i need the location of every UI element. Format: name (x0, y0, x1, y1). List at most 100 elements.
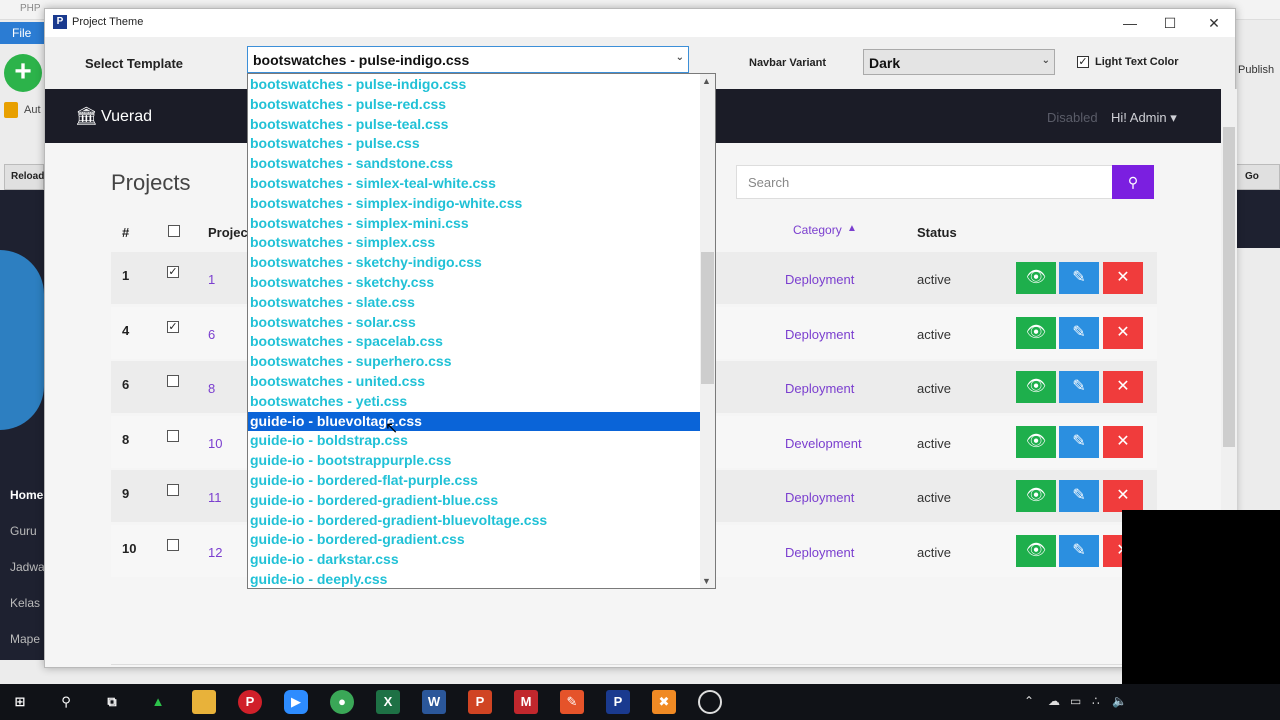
word-icon[interactable]: W (422, 690, 446, 714)
delete-button[interactable]: ✕ (1103, 262, 1143, 294)
dropdown-option[interactable]: guide-io - bluevoltage.css (248, 411, 700, 432)
dropdown-option[interactable]: bootswatches - simplex-indigo-white.css (248, 194, 700, 214)
powerpoint-icon[interactable]: P (468, 690, 492, 714)
dropdown-option[interactable]: bootswatches - pulse-indigo.css (248, 75, 700, 95)
dropdown-scrollbar[interactable]: ▲ ▼ (700, 74, 715, 588)
row-checkbox[interactable]: ✓ (167, 321, 179, 333)
view-button[interactable]: 👁 (1016, 317, 1056, 349)
dropdown-option[interactable]: bootswatches - sandstone.css (248, 154, 700, 174)
delete-button[interactable]: ✕ (1103, 317, 1143, 349)
pinterest-icon[interactable]: P (238, 690, 262, 714)
row-category[interactable]: Deployment (785, 272, 854, 287)
bg-menu-file[interactable]: File (0, 22, 44, 44)
view-button[interactable]: 👁 (1016, 371, 1056, 403)
dropdown-option[interactable]: guide-io - boldstrap.css (248, 431, 700, 451)
cloud-icon[interactable]: ☁ (1048, 694, 1060, 708)
dropdown-option[interactable]: guide-io - bordered-gradient.css (248, 530, 700, 550)
select-all-checkbox[interactable] (168, 225, 180, 237)
search-input[interactable]: Search (736, 165, 1113, 199)
bg-sidebar-item[interactable]: Guru (10, 524, 37, 538)
dropdown-scrollbar-thumb[interactable] (701, 252, 714, 384)
bg-sidebar-item[interactable]: Jadwa (10, 560, 45, 574)
chevron-down-icon[interactable]: ▼ (702, 576, 711, 586)
dropdown-option[interactable]: bootswatches - pulse-red.css (248, 95, 700, 115)
chevron-down-icon[interactable]: ⌄ (1042, 55, 1050, 66)
row-category[interactable]: Deployment (785, 490, 854, 505)
sort-up-icon[interactable]: ▲ (847, 223, 857, 234)
dropdown-option[interactable]: guide-io - bordered-gradient-blue.css (248, 491, 700, 511)
row-checkbox[interactable]: ✓ (167, 266, 179, 278)
chrome-icon[interactable]: ● (330, 690, 354, 714)
edit-button[interactable]: ✎ (1059, 480, 1099, 512)
template-dropdown-list[interactable]: bootswatches - pulse-indigo.css bootswatc… (247, 73, 716, 589)
record-app-icon[interactable] (698, 690, 722, 714)
template-select[interactable]: bootswatches - pulse-indigo.css ⌄ (247, 46, 689, 73)
row-project-id[interactable]: 10 (208, 436, 222, 451)
row-project-id[interactable]: 1 (208, 272, 215, 287)
edit-button[interactable]: ✎ (1059, 371, 1099, 403)
maximize-button[interactable]: ☐ (1155, 13, 1185, 33)
battery-icon[interactable]: ▭ (1070, 694, 1081, 708)
dropdown-option[interactable]: bootswatches - sketchy.css (248, 273, 700, 293)
row-category[interactable]: Deployment (785, 545, 854, 560)
chevron-down-icon[interactable]: ⌄ (676, 52, 684, 63)
row-checkbox[interactable] (167, 539, 179, 551)
dropdown-option[interactable]: guide-io - darkstar.css (248, 550, 700, 570)
row-checkbox[interactable] (167, 375, 179, 387)
dropdown-option[interactable]: guide-io - deeply.css (248, 570, 700, 588)
view-button[interactable]: 👁 (1016, 535, 1056, 567)
task-view-icon[interactable]: ⧉ (100, 690, 124, 714)
search-icon[interactable]: ⚲ (54, 690, 78, 714)
row-checkbox[interactable] (167, 484, 179, 496)
row-category[interactable]: Deployment (785, 327, 854, 342)
dropdown-option[interactable]: bootswatches - spacelab.css (248, 332, 700, 352)
delete-button[interactable]: ✕ (1103, 371, 1143, 403)
file-explorer-icon[interactable] (192, 690, 216, 714)
dropdown-option[interactable]: bootswatches - superhero.css (248, 352, 700, 372)
dropdown-option[interactable]: guide-io - bordered-gradient-bluevoltage… (248, 511, 700, 531)
view-button[interactable]: 👁 (1016, 262, 1056, 294)
close-button[interactable]: ✕ (1199, 13, 1229, 33)
dropdown-option[interactable]: guide-io - bordered-flat-purple.css (248, 471, 700, 491)
bg-sidebar-item[interactable]: Home (10, 488, 43, 502)
dropdown-option[interactable]: bootswatches - simplex-mini.css (248, 214, 700, 234)
excel-icon[interactable]: X (376, 690, 400, 714)
edit-button[interactable]: ✎ (1059, 317, 1099, 349)
dropdown-option[interactable]: bootswatches - yeti.css (248, 392, 700, 412)
row-category[interactable]: Development (785, 436, 862, 451)
minimize-button[interactable]: — (1115, 13, 1145, 33)
bg-reload-button[interactable]: Reload (4, 164, 44, 190)
header-project[interactable]: Projec (208, 225, 248, 240)
windows-start-icon[interactable]: ⊞ (8, 690, 32, 714)
zoom-icon[interactable]: ▶ (284, 690, 308, 714)
xampp-icon[interactable]: ✖ (652, 690, 676, 714)
volume-icon[interactable]: 🔈 (1112, 694, 1127, 708)
dropdown-option[interactable]: bootswatches - sketchy-indigo.css (248, 253, 700, 273)
chevron-up-icon[interactable]: ▲ (702, 76, 711, 86)
dropdown-option[interactable]: bootswatches - solar.css (248, 313, 700, 333)
edit-button[interactable]: ✎ (1059, 262, 1099, 294)
app-orange-icon[interactable]: ✎ (560, 690, 584, 714)
dropdown-option[interactable]: bootswatches - pulse.css (248, 134, 700, 154)
dropdown-option[interactable]: bootswatches - united.css (248, 372, 700, 392)
brand-name[interactable]: Vuerad (101, 108, 152, 126)
app-green-icon[interactable]: ▲ (146, 690, 170, 714)
row-project-id[interactable]: 6 (208, 327, 215, 342)
navbar-variant-select[interactable]: Dark ⌄ (863, 49, 1055, 75)
bg-sidebar-item[interactable]: Mape (10, 632, 40, 646)
edit-button[interactable]: ✎ (1059, 535, 1099, 567)
app-red-icon[interactable]: M (514, 690, 538, 714)
delete-button[interactable]: ✕ (1103, 480, 1143, 512)
nav-user-menu[interactable]: Hi! Admin ▾ (1111, 110, 1177, 126)
view-button[interactable]: 👁 (1016, 426, 1056, 458)
dropdown-option[interactable]: bootswatches - slate.css (248, 293, 700, 313)
add-icon[interactable]: + (4, 54, 42, 92)
row-checkbox[interactable] (167, 430, 179, 442)
bg-sidebar-item[interactable]: Kelas (10, 596, 40, 610)
delete-button[interactable]: ✕ (1103, 426, 1143, 458)
dropdown-option[interactable]: bootswatches - pulse-teal.css (248, 115, 700, 135)
dropdown-option[interactable]: guide-io - bootstrappurple.css (248, 451, 700, 471)
dropdown-option[interactable]: bootswatches - simplex.css (248, 233, 700, 253)
edit-button[interactable]: ✎ (1059, 426, 1099, 458)
row-project-id[interactable]: 11 (208, 490, 222, 505)
